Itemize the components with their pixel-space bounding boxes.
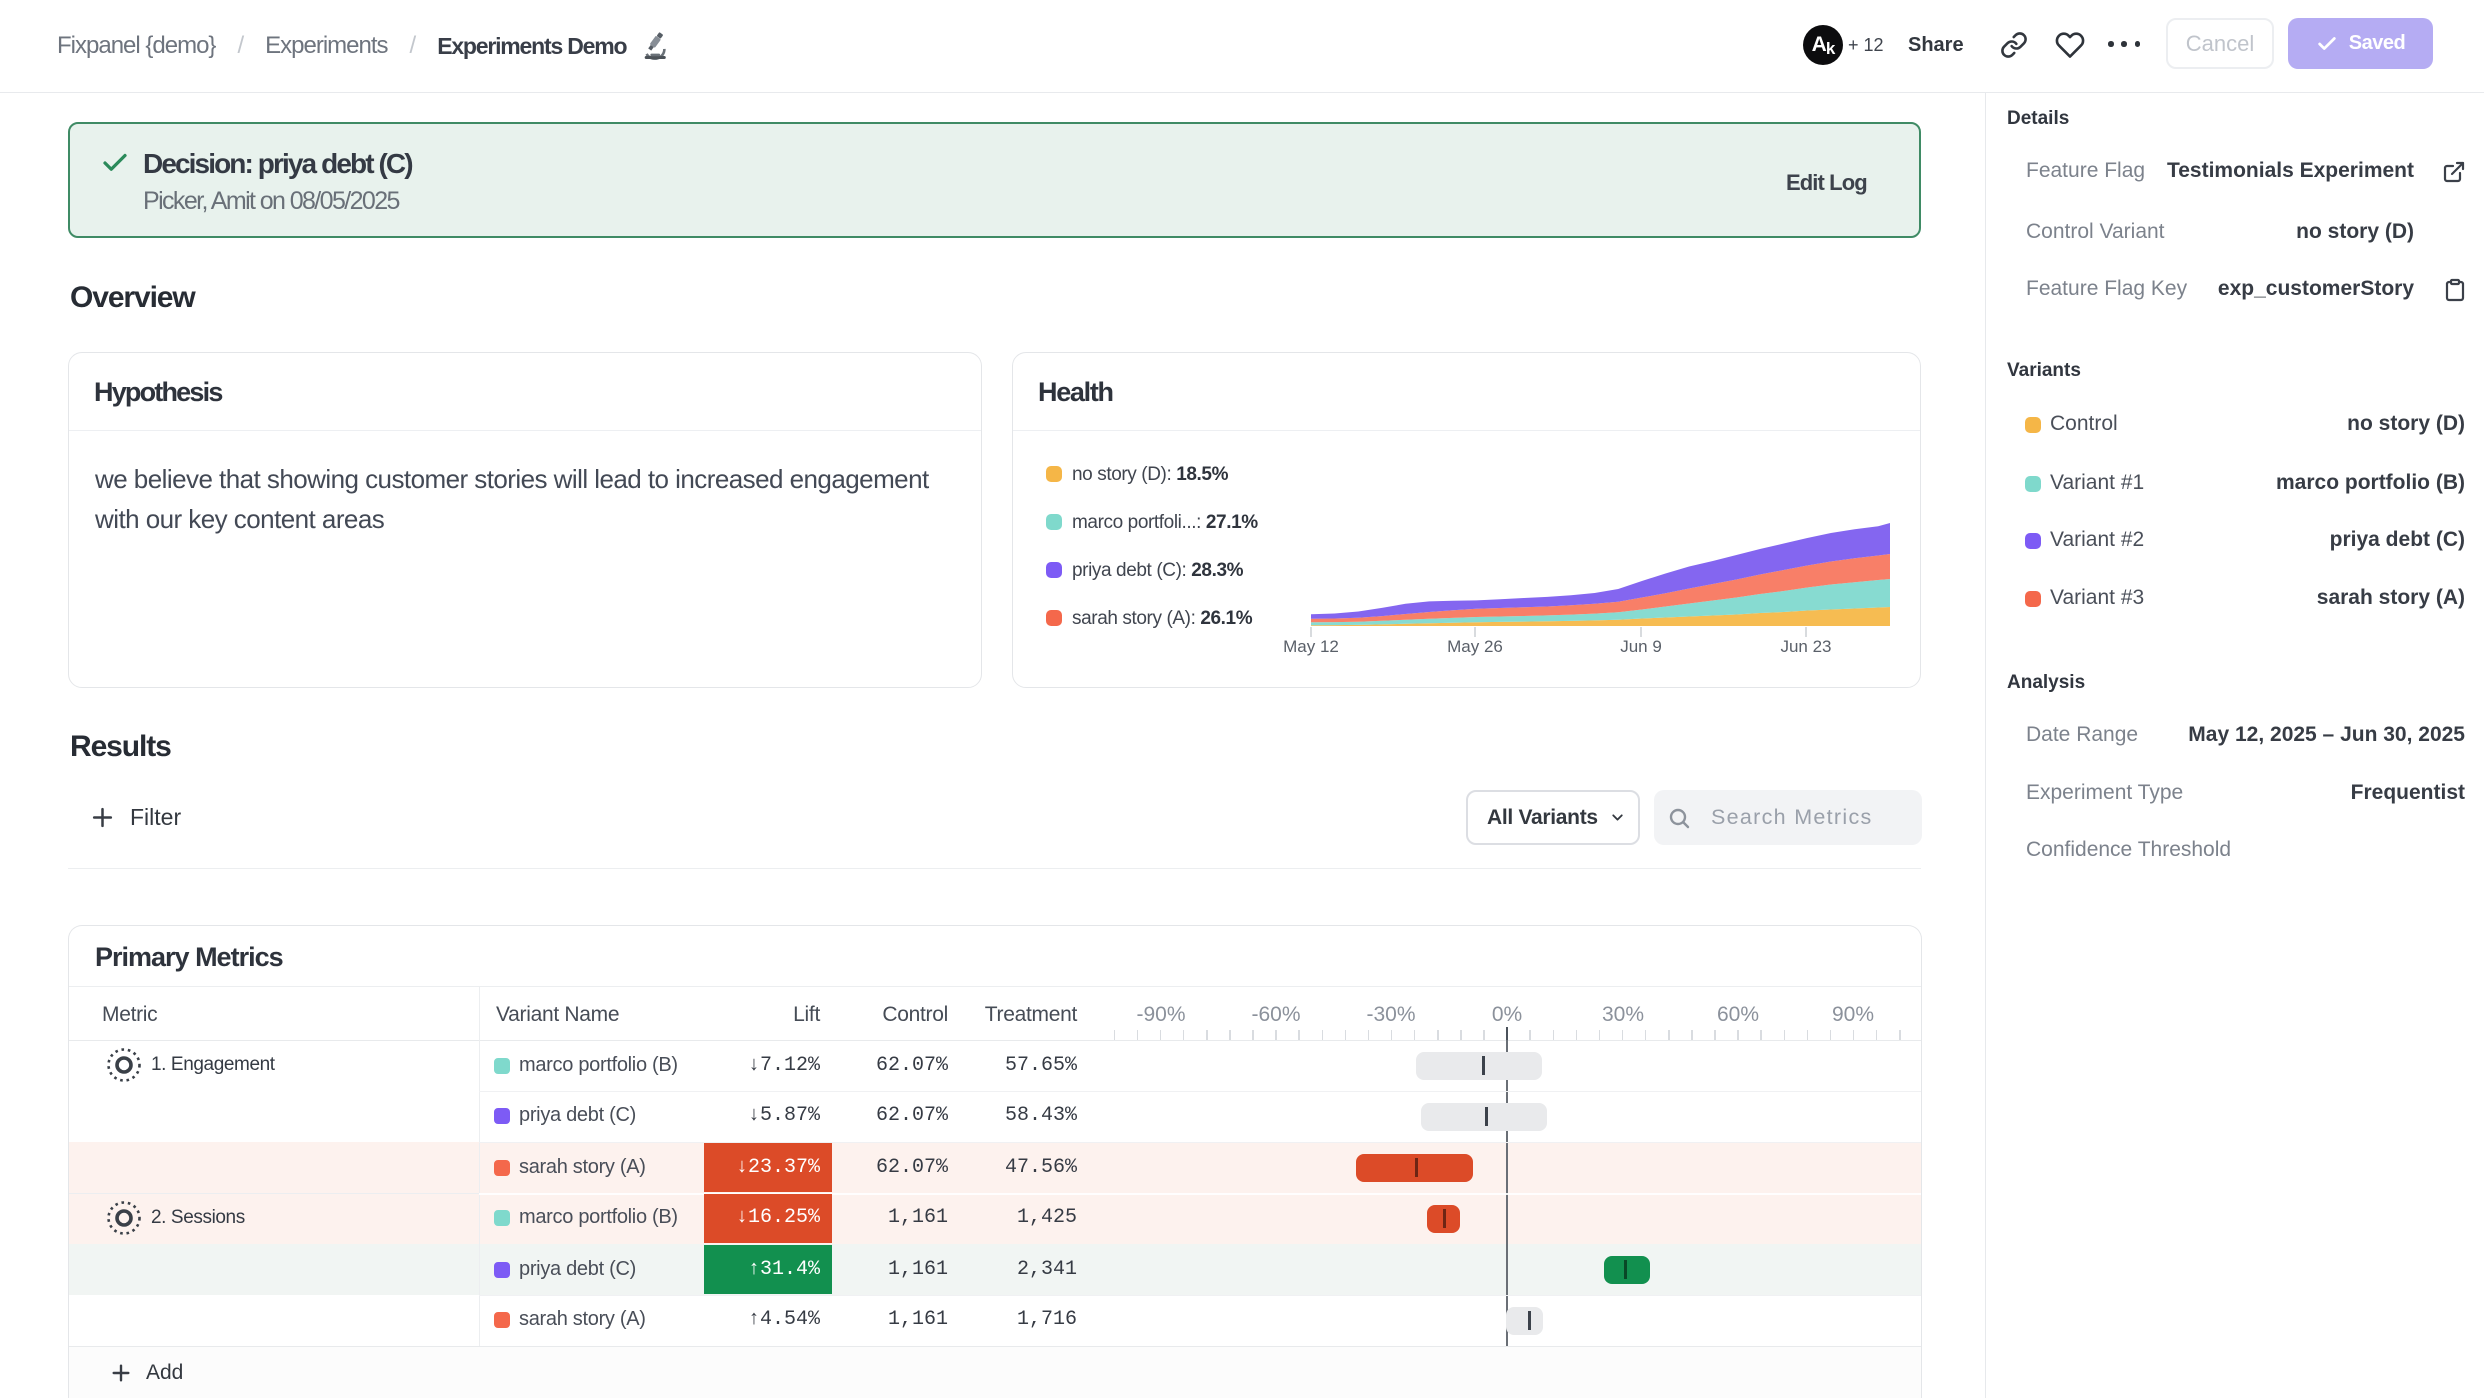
svg-text:Jun 23: Jun 23 xyxy=(1780,637,1831,656)
svg-text:May 26: May 26 xyxy=(1447,637,1503,656)
svg-text:May 12: May 12 xyxy=(1283,637,1339,656)
svg-text:Jun 9: Jun 9 xyxy=(1620,637,1662,656)
